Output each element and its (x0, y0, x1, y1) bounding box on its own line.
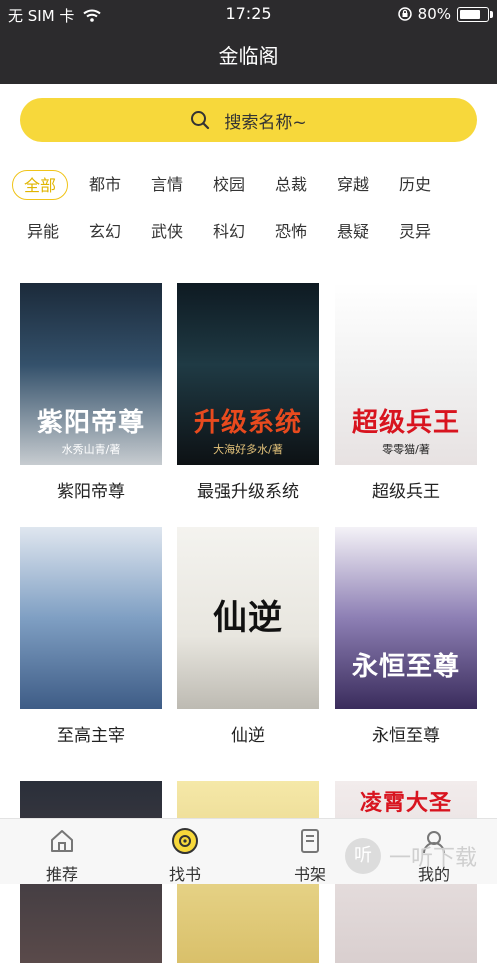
search-icon (191, 111, 210, 130)
book-title: 至高主宰 (57, 726, 125, 746)
cover-title: 升级系统 (193, 408, 302, 438)
category-item[interactable]: 恐怖 (260, 217, 322, 247)
tab-bookshelf[interactable]: 书架 (270, 819, 350, 884)
category-item[interactable]: 言情 (136, 170, 198, 200)
status-bar: 无 SIM 卡 17:25 80% (0, 0, 497, 28)
book-cover: 仙逆 (177, 527, 319, 709)
category-item[interactable]: 悬疑 (322, 217, 384, 247)
cover-author: 大海好多水/著 (213, 443, 283, 456)
tab-label: 推荐 (45, 865, 78, 884)
tab-find-book[interactable]: 找书 (145, 819, 225, 884)
watermark-text: 一听下载 (389, 846, 478, 871)
watermark: 听 一听下载 (345, 838, 477, 874)
page-title: 金临阁 (0, 28, 497, 84)
cover-title: 仙逆 (213, 598, 283, 638)
search-placeholder: 搜索名称~ (224, 112, 307, 133)
book-card[interactable]: 超级兵王 零零猫/著 超级兵王 (335, 283, 477, 502)
battery-percent: 80% (417, 5, 451, 23)
book-cover: 超级兵王 零零猫/著 (335, 283, 477, 465)
category-all[interactable]: 全部 (12, 170, 68, 200)
tab-recommend[interactable]: 推荐 (22, 819, 102, 884)
find-book-icon (172, 828, 198, 854)
cover-title: 凌霄大圣 (359, 790, 452, 816)
category-item[interactable]: 武侠 (136, 217, 198, 247)
cover-author: 水秀山青/著 (61, 443, 121, 456)
category-row-2: 异能 玄幻 武侠 科幻 恐怖 悬疑 灵异 (12, 217, 492, 247)
cover-author: 零零猫/著 (382, 443, 430, 456)
search-bar[interactable]: 搜索名称~ (20, 98, 477, 142)
battery-icon (457, 6, 493, 22)
book-title: 紫阳帝尊 (57, 482, 125, 502)
category-item[interactable]: 总裁 (260, 170, 322, 200)
book-card[interactable]: 永恒至尊 永恒至尊 (335, 527, 477, 746)
book-title: 超级兵王 (372, 482, 440, 502)
book-cover: 永恒至尊 (335, 527, 477, 709)
home-icon (51, 830, 73, 852)
category-item[interactable]: 校园 (198, 170, 260, 200)
book-card[interactable]: 仙逆 仙逆 (177, 527, 319, 746)
category-item[interactable]: 都市 (74, 170, 136, 200)
bookshelf-icon (301, 829, 319, 853)
book-title: 仙逆 (231, 726, 265, 746)
orientation-lock-icon (397, 7, 412, 21)
category-row-1: 全部 都市 言情 校园 总裁 穿越 历史 (12, 170, 492, 200)
tab-label: 书架 (293, 865, 326, 884)
book-card[interactable]: 紫阳帝尊 水秀山青/著 紫阳帝尊 (20, 283, 162, 502)
book-cover: 紫阳帝尊 水秀山青/著 (20, 283, 162, 465)
book-title: 最强升级系统 (197, 482, 299, 502)
book-title: 永恒至尊 (372, 726, 440, 746)
category-item[interactable]: 穿越 (322, 170, 384, 200)
watermark-logo-icon: 听 (345, 838, 381, 874)
book-cover: 升级系统 大海好多水/著 (177, 283, 319, 465)
cover-title: 紫阳帝尊 (36, 408, 145, 438)
category-item[interactable]: 异能 (12, 217, 74, 247)
status-right: 80% (397, 5, 493, 23)
cover-title: 超级兵王 (351, 408, 460, 438)
category-item[interactable]: 灵异 (384, 217, 446, 247)
book-card[interactable]: 至高主宰 (20, 527, 162, 746)
tab-label: 找书 (168, 865, 201, 884)
book-card[interactable]: 升级系统 大海好多水/著 最强升级系统 (177, 283, 319, 502)
category-item[interactable]: 历史 (384, 170, 446, 200)
category-item[interactable]: 科幻 (198, 217, 260, 247)
book-cover (20, 527, 162, 709)
cover-title: 永恒至尊 (351, 652, 460, 682)
category-item[interactable]: 玄幻 (74, 217, 136, 247)
